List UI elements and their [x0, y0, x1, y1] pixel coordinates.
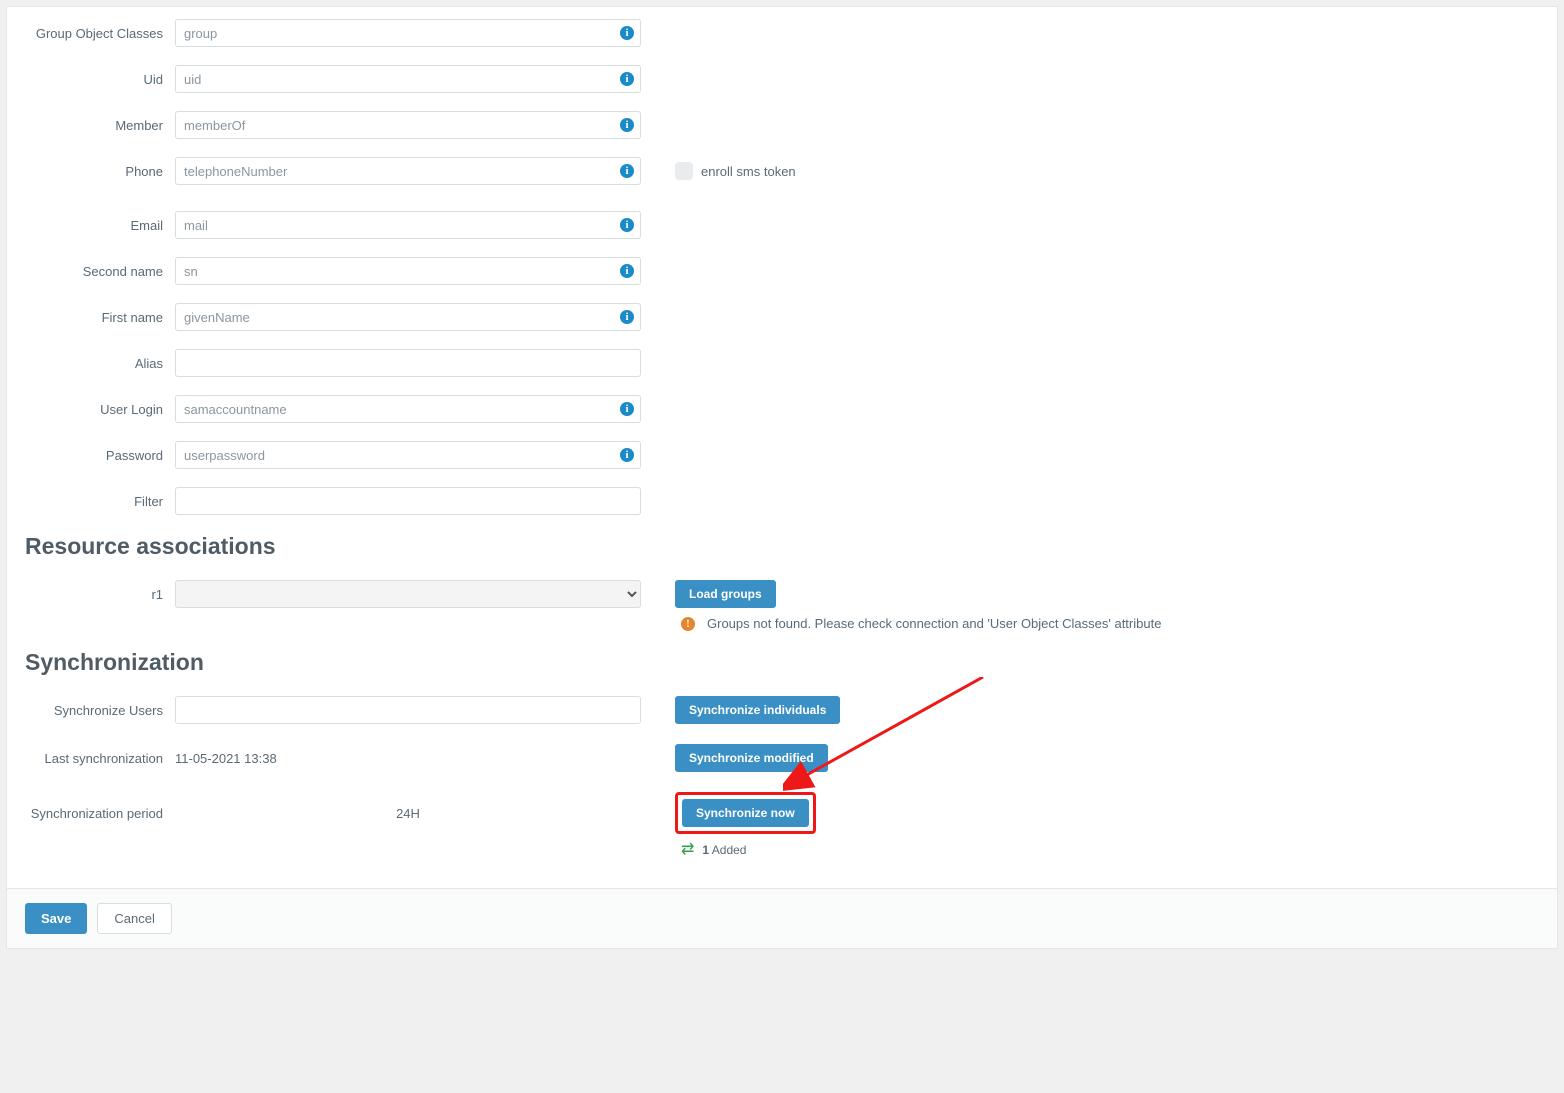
field-alias: [175, 349, 641, 377]
label-filter: Filter: [7, 494, 175, 509]
label-password: Password: [7, 448, 175, 463]
field-filter: [175, 487, 641, 515]
info-icon[interactable]: i: [620, 448, 634, 462]
row-last-sync: Last synchronization 11-05-2021 13:38 Sy…: [7, 744, 1557, 772]
footer-bar: Save Cancel: [7, 888, 1557, 948]
input-group-object-classes[interactable]: [175, 19, 641, 47]
label-second-name: Second name: [7, 264, 175, 279]
section-synchronization: Synchronization: [25, 649, 1557, 676]
value-wrap-sync-period: 24H: [175, 806, 641, 821]
sync-period-actions: Synchronize now: [675, 792, 816, 834]
field-second-name: i: [175, 257, 641, 285]
groups-warning-text: Groups not found. Please check connectio…: [707, 616, 1161, 631]
label-r1: r1: [7, 587, 175, 602]
added-count: 1 Added: [702, 843, 746, 857]
added-status-row: ⇄ 1 Added: [681, 842, 1557, 858]
info-icon[interactable]: i: [620, 72, 634, 86]
input-first-name[interactable]: [175, 303, 641, 331]
row-r1: r1 Load groups: [7, 580, 1557, 608]
save-button[interactable]: Save: [25, 903, 87, 934]
field-uid: i: [175, 65, 641, 93]
input-second-name[interactable]: [175, 257, 641, 285]
row-password: Password i: [7, 441, 1557, 469]
field-phone: i: [175, 157, 641, 185]
input-phone[interactable]: [175, 157, 641, 185]
row-phone: Phone i enroll sms token: [7, 157, 1557, 185]
last-sync-actions: Synchronize modified: [675, 744, 828, 772]
field-email: i: [175, 211, 641, 239]
input-sync-users[interactable]: [175, 696, 641, 724]
section-resource-associations: Resource associations: [25, 533, 1557, 560]
row-member: Member i: [7, 111, 1557, 139]
info-icon[interactable]: i: [620, 164, 634, 178]
label-uid: Uid: [7, 72, 175, 87]
input-member[interactable]: [175, 111, 641, 139]
select-r1[interactable]: [175, 580, 641, 608]
input-password[interactable]: [175, 441, 641, 469]
info-icon[interactable]: i: [620, 118, 634, 132]
row-email: Email i: [7, 211, 1557, 239]
sync-users-actions: Synchronize individuals: [675, 696, 840, 724]
synchronize-now-button[interactable]: Synchronize now: [682, 799, 809, 827]
synchronize-individuals-button[interactable]: Synchronize individuals: [675, 696, 840, 724]
field-sync-users: [175, 696, 641, 724]
label-group-object-classes: Group Object Classes: [7, 26, 175, 41]
row-group-object-classes: Group Object Classes i: [7, 19, 1557, 47]
label-sync-period: Synchronization period: [7, 806, 175, 821]
field-user-login: i: [175, 395, 641, 423]
label-phone: Phone: [7, 164, 175, 179]
label-sync-users: Synchronize Users: [7, 703, 175, 718]
info-icon[interactable]: i: [620, 402, 634, 416]
phone-extra: enroll sms token: [675, 162, 796, 180]
info-icon[interactable]: i: [620, 218, 634, 232]
row-sync-users: Synchronize Users Synchronize individual…: [7, 696, 1557, 724]
label-last-sync: Last synchronization: [7, 751, 175, 766]
row-user-login: User Login i: [7, 395, 1557, 423]
info-icon[interactable]: i: [620, 26, 634, 40]
synchronize-now-highlight: Synchronize now: [675, 792, 816, 834]
row-first-name: First name i: [7, 303, 1557, 331]
info-icon[interactable]: i: [620, 264, 634, 278]
row-filter: Filter: [7, 487, 1557, 515]
row-alias: Alias: [7, 349, 1557, 377]
input-user-login[interactable]: [175, 395, 641, 423]
warning-icon: !: [681, 617, 695, 631]
field-password: i: [175, 441, 641, 469]
enroll-sms-label: enroll sms token: [701, 164, 796, 179]
field-member: i: [175, 111, 641, 139]
settings-form-card: Group Object Classes i Uid i Member i Ph…: [6, 6, 1558, 949]
field-group-object-classes: i: [175, 19, 641, 47]
input-alias[interactable]: [175, 349, 641, 377]
input-filter[interactable]: [175, 487, 641, 515]
r1-actions: Load groups: [675, 580, 776, 608]
row-uid: Uid i: [7, 65, 1557, 93]
field-first-name: i: [175, 303, 641, 331]
row-second-name: Second name i: [7, 257, 1557, 285]
load-groups-button[interactable]: Load groups: [675, 580, 776, 608]
cancel-button[interactable]: Cancel: [97, 903, 171, 934]
value-wrap-last-sync: 11-05-2021 13:38: [175, 751, 641, 766]
sync-period-value: 24H: [396, 806, 420, 821]
label-member: Member: [7, 118, 175, 133]
input-email[interactable]: [175, 211, 641, 239]
label-user-login: User Login: [7, 402, 175, 417]
label-email: Email: [7, 218, 175, 233]
row-sync-period: Synchronization period 24H Synchronize n…: [7, 792, 1557, 834]
label-first-name: First name: [7, 310, 175, 325]
shuffle-icon: ⇄: [681, 842, 694, 858]
last-sync-value: 11-05-2021 13:38: [175, 751, 277, 766]
field-r1: [175, 580, 641, 608]
input-uid[interactable]: [175, 65, 641, 93]
info-icon[interactable]: i: [620, 310, 634, 324]
groups-warning-row: ! Groups not found. Please check connect…: [681, 616, 1557, 631]
synchronize-modified-button[interactable]: Synchronize modified: [675, 744, 828, 772]
label-alias: Alias: [7, 356, 175, 371]
enroll-sms-checkbox[interactable]: [675, 162, 693, 180]
